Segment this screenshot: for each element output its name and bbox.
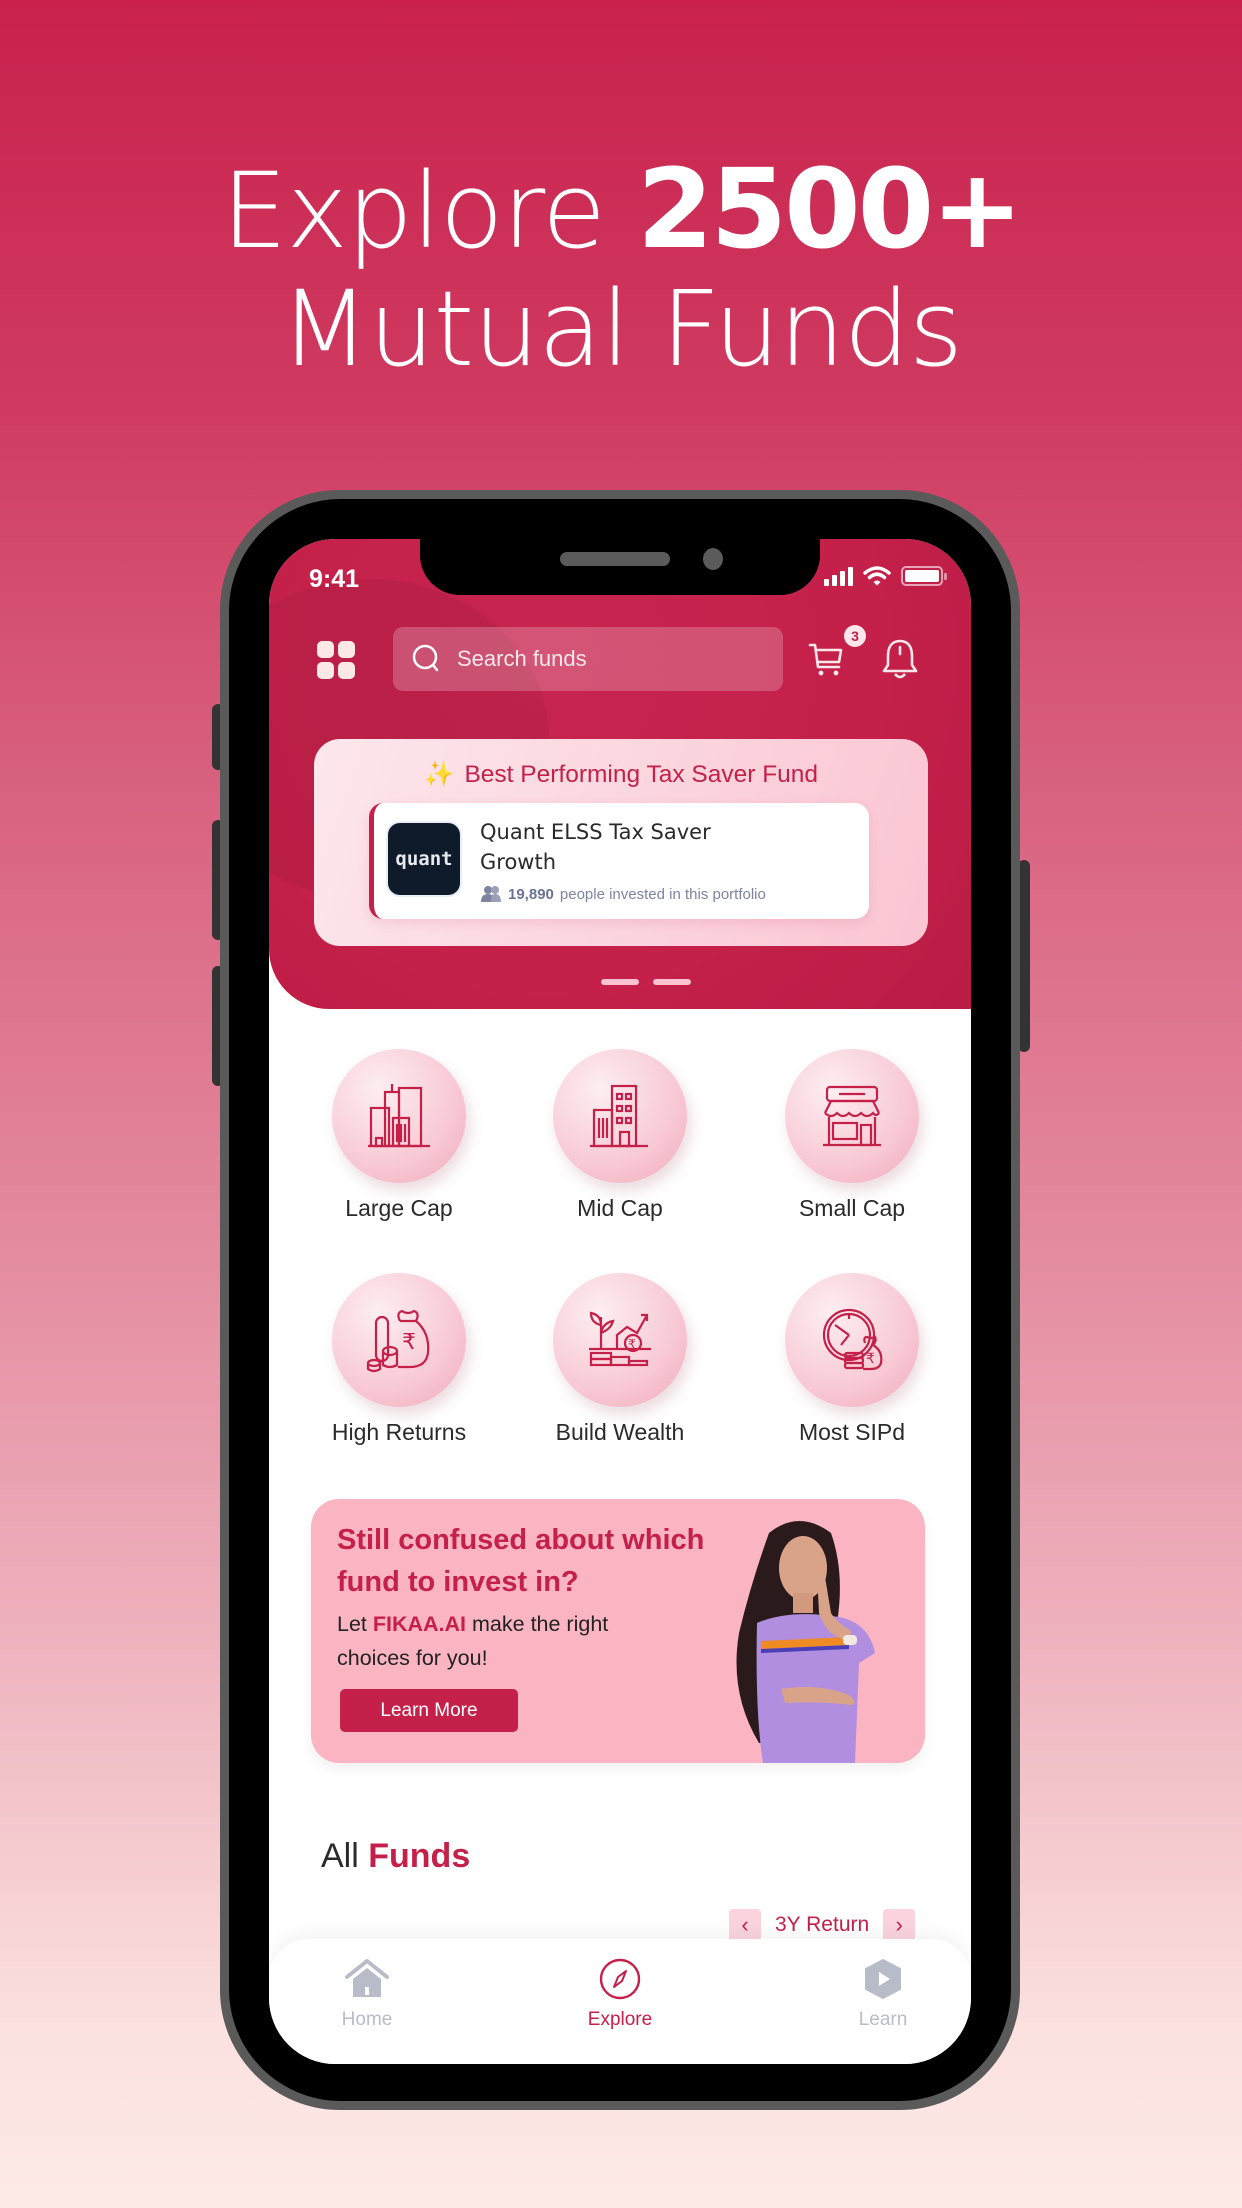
fund-card[interactable]: quant Quant ELSS Tax Saver Growth 19,890… [369,803,869,919]
office-building-icon [590,1084,648,1148]
marketing-headline: Explore 2500+ Mutual Funds [0,150,1242,388]
compass-icon [599,1958,641,2000]
people-icon [481,886,501,902]
search-bar[interactable] [393,627,783,691]
cart-badge: 3 [844,625,866,647]
tab-home[interactable]: Home [307,1957,427,2031]
front-camera [703,548,723,570]
tab-explore[interactable]: Explore [560,1957,680,2031]
cart-icon[interactable] [807,639,847,679]
wifi-icon [863,566,891,586]
search-input[interactable] [457,646,757,672]
status-time: 9:41 [309,565,360,593]
grid-icon[interactable] [317,641,355,679]
skyscrapers-icon [368,1084,430,1148]
headline-line2: Mutual Funds [279,268,963,390]
best-fund-promo-card[interactable]: ✨ Best Performing Tax Saver Fund quant Qu… [314,739,928,946]
thinking-woman-image [736,1521,875,1763]
growth-plant-icon: ₹ [589,1311,651,1367]
headline-highlight: 2500+ [637,145,1023,273]
category-high-returns[interactable]: ₹ High Returns [299,1273,499,1446]
return-period-label: 3Y Return [775,1913,870,1936]
speaker [560,552,670,566]
brand-name: FIKAA.AI [372,1612,467,1636]
home-icon [345,1959,389,1997]
learn-more-button[interactable]: Learn More [340,1689,518,1732]
all-funds-heading: All Funds [321,1837,471,1875]
category-large-cap[interactable]: Large Cap [299,1049,499,1222]
storefront-icon [823,1085,881,1147]
notch [420,539,820,595]
carousel-dot[interactable] [549,979,587,985]
category-small-cap[interactable]: Small Cap [752,1049,952,1222]
investors-count: 19,890 [508,885,554,903]
battery-icon [901,566,947,586]
tab-learn[interactable]: Learn [823,1957,943,2031]
category-mid-cap[interactable]: Mid Cap [520,1049,720,1222]
fund-investors: 19,890 people invested in this portfolio [480,885,766,903]
status-icons [824,565,947,587]
fund-name: Quant ELSS Tax Saver Growth [480,820,711,874]
fund-logo: quant [386,821,462,897]
bell-icon[interactable] [879,637,921,681]
svg-text:₹: ₹ [402,1330,416,1355]
ai-advice-banner[interactable]: Still confused about which fund to inves… [311,1499,925,1763]
signal-icon [824,566,853,586]
money-bag-rupee-icon: ₹ [366,1309,430,1373]
ai-banner-subtitle: Let FIKAA.AI make the right choices for … [337,1612,609,1670]
play-hexagon-icon [865,1959,901,1999]
bottom-tab-bar: Home Explore Learn [269,1939,971,2064]
search-icon [412,644,439,672]
sparkles-icon: ✨ [423,761,455,788]
svg-text:₹: ₹ [866,1351,875,1367]
promo-title: ✨ Best Performing Tax Saver Fund [423,761,819,788]
clock-money-icon: ₹ [822,1308,883,1371]
carousel-dot[interactable] [601,979,639,985]
headline-prefix: Explore [221,150,606,272]
next-period-button[interactable]: › [883,1909,916,1941]
investors-text: people invested in this portfolio [559,885,766,903]
carousel-indicator [269,979,971,985]
phone-frame: 9:41 Search funds 3 ✨ Best Performing Ta… [220,490,1020,2110]
category-build-wealth[interactable]: ₹ Build Wealth [520,1273,720,1446]
category-most-sipd[interactable]: ₹ Most SIPd [752,1273,952,1446]
carousel-dot[interactable] [653,979,691,985]
return-period-selector: ‹ 3Y Return › [729,1909,916,1941]
hero-header: 9:41 Search funds 3 ✨ Best Performing Ta… [269,539,971,1009]
ai-banner-title: Still confused about which fund to inves… [337,1524,705,1598]
app-screen: 9:41 Search funds 3 ✨ Best Performing Ta… [269,539,971,2064]
previous-period-button[interactable]: ‹ [729,1909,761,1941]
